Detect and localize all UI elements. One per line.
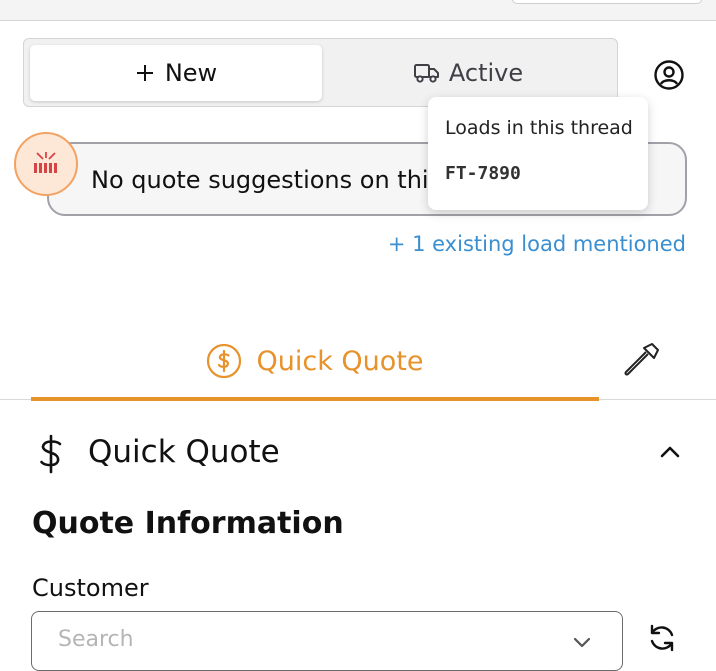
tab-active[interactable]: Active xyxy=(324,45,612,101)
customer-select[interactable] xyxy=(31,611,623,671)
top-edge-control[interactable] xyxy=(512,0,702,4)
tab-new[interactable]: New xyxy=(30,45,322,101)
quick-quote-header[interactable]: Quick Quote xyxy=(32,428,692,480)
tooltip-load-link[interactable]: FT-7890 xyxy=(445,163,521,184)
tab-new-label: New xyxy=(164,59,218,87)
quote-information-heading: Quote Information xyxy=(32,506,344,541)
tab-quick-quote-label: Quick Quote xyxy=(256,345,424,377)
hammer-icon xyxy=(624,343,659,376)
loads-tooltip: Loads in this thread FT-7890 xyxy=(428,97,648,210)
tab-quick-quote[interactable]: Quick Quote xyxy=(31,322,599,400)
quick-quote-title: Quick Quote xyxy=(88,434,280,470)
profile-button[interactable] xyxy=(652,58,686,92)
top-strip xyxy=(0,0,716,21)
dollar-circle-icon xyxy=(207,343,242,379)
tab-active-label: Active xyxy=(448,59,524,87)
truck-icon xyxy=(413,64,439,83)
refresh-customers-button[interactable] xyxy=(646,622,678,658)
user-circle-icon xyxy=(654,60,684,90)
dollar-icon xyxy=(40,434,62,474)
tooltip-title: Loads in this thread xyxy=(445,117,633,139)
suggestions-badge xyxy=(14,132,78,196)
plus-icon xyxy=(136,65,153,81)
existing-load-mentioned-link[interactable]: + 1 existing load mentioned xyxy=(388,232,686,256)
customer-search-input[interactable] xyxy=(56,626,540,653)
customer-label: Customer xyxy=(32,574,149,602)
chevron-down-icon[interactable] xyxy=(570,630,594,654)
tools-tab[interactable] xyxy=(622,340,662,380)
chevron-up-icon[interactable] xyxy=(656,438,684,466)
active-tab-indicator xyxy=(31,397,599,401)
barcode-icon xyxy=(34,152,57,173)
refresh-icon xyxy=(650,624,674,652)
